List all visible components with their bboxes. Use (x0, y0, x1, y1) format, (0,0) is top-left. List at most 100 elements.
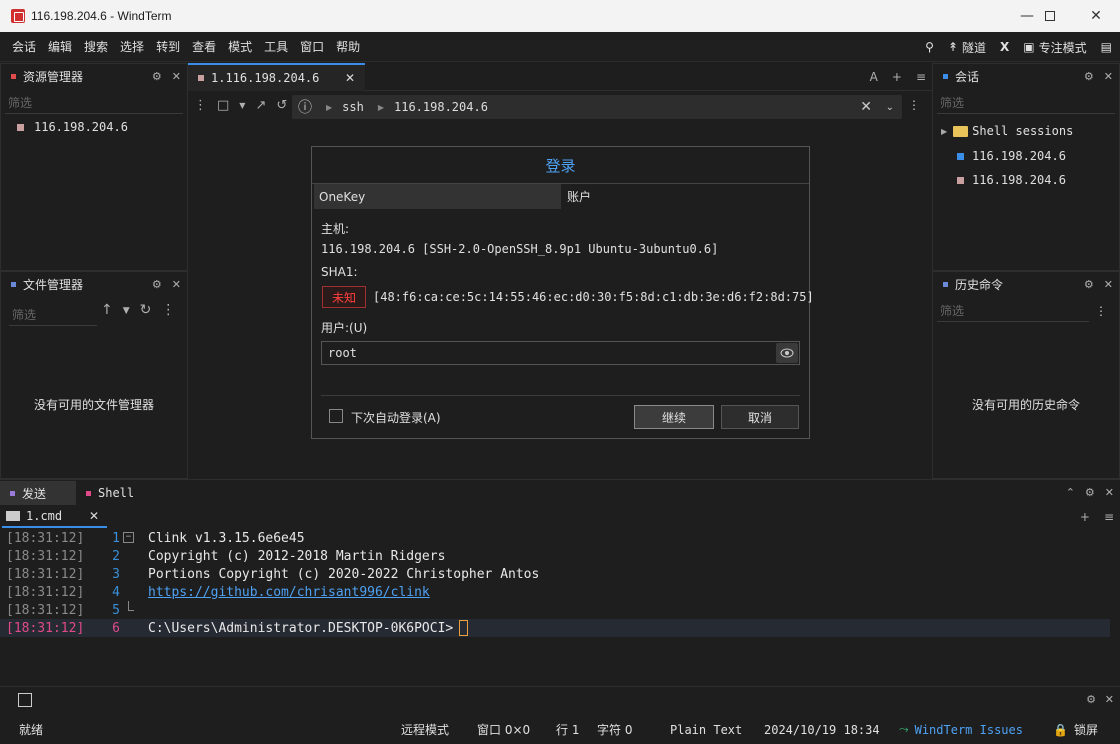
menu-select[interactable]: 选择 (114, 38, 150, 55)
session-item[interactable]: 116.198.204.6 (957, 173, 1066, 187)
x-icon[interactable]: X (1000, 40, 1009, 54)
tab-send[interactable]: 发送 (0, 481, 76, 505)
refresh-icon[interactable]: ↻ (140, 302, 152, 318)
sessions-filter-input[interactable]: 筛选 (937, 90, 1115, 114)
open-external-icon[interactable]: ↗ (255, 98, 266, 113)
gear-icon[interactable]: ⚙ (1084, 70, 1094, 83)
new-session-icon[interactable]: □ (217, 98, 229, 113)
chevron-right-icon[interactable]: ▶ (941, 127, 947, 136)
focus-mode-button[interactable]: ▣ 专注模式 (1023, 39, 1086, 56)
more-icon[interactable]: ⋮ (161, 302, 175, 318)
menu-mode[interactable]: 模式 (222, 38, 258, 55)
reconnect-icon[interactable]: ↺ (276, 98, 287, 113)
status-syntax[interactable]: Plain Text (670, 715, 742, 744)
add-tab-icon[interactable]: + (1080, 510, 1090, 524)
tunnel-button[interactable]: ↟ 隧道 (948, 39, 986, 56)
status-char[interactable]: 字符 0 (597, 715, 632, 744)
tab-session[interactable]: 1.116.198.204.6 ✕ (188, 63, 365, 91)
close-icon[interactable]: ✕ (1104, 70, 1113, 83)
close-icon[interactable]: ✕ (1105, 693, 1114, 706)
status-row[interactable]: 行 1 (556, 715, 579, 744)
menu-edit[interactable]: 编辑 (42, 38, 78, 55)
search-icon[interactable]: ⚲ (925, 40, 934, 54)
gear-icon[interactable]: ⚙ (152, 70, 162, 83)
terminal-icon[interactable] (18, 693, 32, 707)
address-host[interactable]: 116.198.204.6 (394, 100, 488, 114)
terminal-line: [18:31:12] 4 https://github.com/chrisant… (6, 584, 430, 600)
up-arrow-icon[interactable]: ↑ (101, 302, 113, 318)
close-icon[interactable]: ✕ (172, 278, 181, 291)
close-tab-icon[interactable]: ✕ (89, 509, 99, 523)
menu-window[interactable]: 窗口 (294, 38, 330, 55)
menu-search[interactable]: 搜索 (78, 38, 114, 55)
file-filter-input[interactable]: 筛选 (9, 302, 97, 326)
explorer-item[interactable]: 116.198.204.6 (17, 120, 128, 134)
menu-session[interactable]: 会话 (6, 38, 42, 55)
panel-dot-icon (11, 73, 16, 79)
clear-icon[interactable]: ✕ (860, 99, 872, 115)
add-tab-icon[interactable]: + (892, 70, 902, 84)
file-manager-title: 文件管理器 (23, 277, 84, 292)
session-item[interactable]: 116.198.204.6 (957, 149, 1066, 163)
status-remote-mode[interactable]: 远程模式 (401, 715, 449, 744)
continue-button[interactable]: 继续 (634, 405, 714, 429)
host-value: 116.198.204.6 [SSH-2.0-OpenSSH_8.9p1 Ubu… (321, 242, 719, 256)
menu-tools[interactable]: 工具 (258, 38, 294, 55)
window-title: 116.198.204.6 - WindTerm (31, 9, 172, 23)
dialog-tabs: OneKey 账户 (312, 184, 809, 210)
tab-onekey[interactable]: OneKey (314, 184, 561, 209)
menu-view[interactable]: 查看 (186, 38, 222, 55)
gear-icon[interactable]: ⚙ (1084, 278, 1094, 291)
close-icon[interactable]: ✕ (1104, 278, 1113, 291)
chevron-down-icon[interactable]: ▼ (239, 101, 245, 113)
font-icon[interactable]: A (870, 70, 878, 84)
menu-goto[interactable]: 转到 (150, 38, 186, 55)
username-field[interactable]: root (321, 341, 800, 365)
tab-menu-icon[interactable]: ≡ (1104, 510, 1114, 524)
title-bar: 116.198.204.6 - WindTerm — ✕ (0, 0, 1120, 32)
folder-icon (953, 125, 969, 137)
gear-icon[interactable]: ⚙ (1086, 693, 1096, 706)
menu-help[interactable]: 帮助 (330, 38, 366, 55)
clink-link[interactable]: https://github.com/chrisant996/clink (148, 585, 430, 600)
chevron-down-icon[interactable]: ▼ (123, 306, 130, 318)
session-icon (957, 176, 964, 184)
close-icon[interactable]: ✕ (172, 70, 181, 83)
history-filter-input[interactable]: 筛选 (937, 298, 1089, 322)
chevron-down-icon[interactable]: ⌄ (886, 102, 894, 113)
issues-link[interactable]: ⤳ WindTerm Issues (899, 715, 1023, 744)
explorer-filter-input[interactable]: 筛选 (5, 90, 183, 114)
gear-icon[interactable]: ⚙ (152, 278, 162, 291)
more-icon[interactable]: ⋮ (1095, 304, 1107, 318)
more-icon[interactable]: ⋮ (908, 98, 920, 112)
tab-menu-icon[interactable]: ≡ (916, 70, 926, 84)
drag-handle-icon[interactable]: ⋮ (194, 98, 207, 113)
info-icon[interactable]: ⓘ (298, 97, 312, 117)
address-protocol[interactable]: ssh (342, 100, 364, 114)
tab-cmd[interactable]: 1.cmd ✕ (2, 505, 107, 528)
session-icon (957, 152, 964, 160)
terminal-output[interactable]: [18:31:12] 1 − Clink v1.3.15.6e6e45 [18:… (0, 529, 1120, 686)
panel-dot-icon (943, 73, 948, 79)
auto-login-checkbox[interactable] (329, 409, 343, 423)
cancel-button[interactable]: 取消 (721, 405, 799, 429)
gear-icon[interactable]: ⚙ (1085, 486, 1095, 499)
cmd-icon (6, 510, 20, 521)
address-field[interactable]: ⓘ ▶ ssh ▶ 116.198.204.6 ✕ ⌄ (292, 95, 902, 119)
maximize-button[interactable] (1027, 0, 1073, 32)
eye-icon[interactable] (776, 343, 798, 363)
layout-icon[interactable]: ▤ (1101, 40, 1112, 54)
chevron-up-icon[interactable]: ⌃ (1066, 486, 1075, 499)
tab-account[interactable]: 账户 (562, 184, 809, 209)
close-window-button[interactable]: ✕ (1073, 0, 1119, 32)
fold-icon[interactable]: − (123, 532, 134, 543)
status-ready: 就绪 (19, 723, 44, 737)
close-tab-icon[interactable]: ✕ (345, 71, 355, 85)
session-folder[interactable]: ▶ Shell sessions (941, 124, 1073, 138)
status-window-size[interactable]: 窗口 0×0 (477, 715, 530, 744)
close-icon[interactable]: ✕ (1105, 486, 1114, 499)
lock-screen-button[interactable]: 🔒 锁屏 (1053, 715, 1098, 744)
menu-bar: 会话 编辑 搜索 选择 转到 查看 模式 工具 窗口 帮助 ⚲ ↟ 隧道 X ▣ 专… (0, 32, 1120, 62)
tab-shell[interactable]: Shell (76, 481, 156, 505)
terminal-tabstrip: 1.cmd ✕ + ≡ (0, 505, 1120, 529)
